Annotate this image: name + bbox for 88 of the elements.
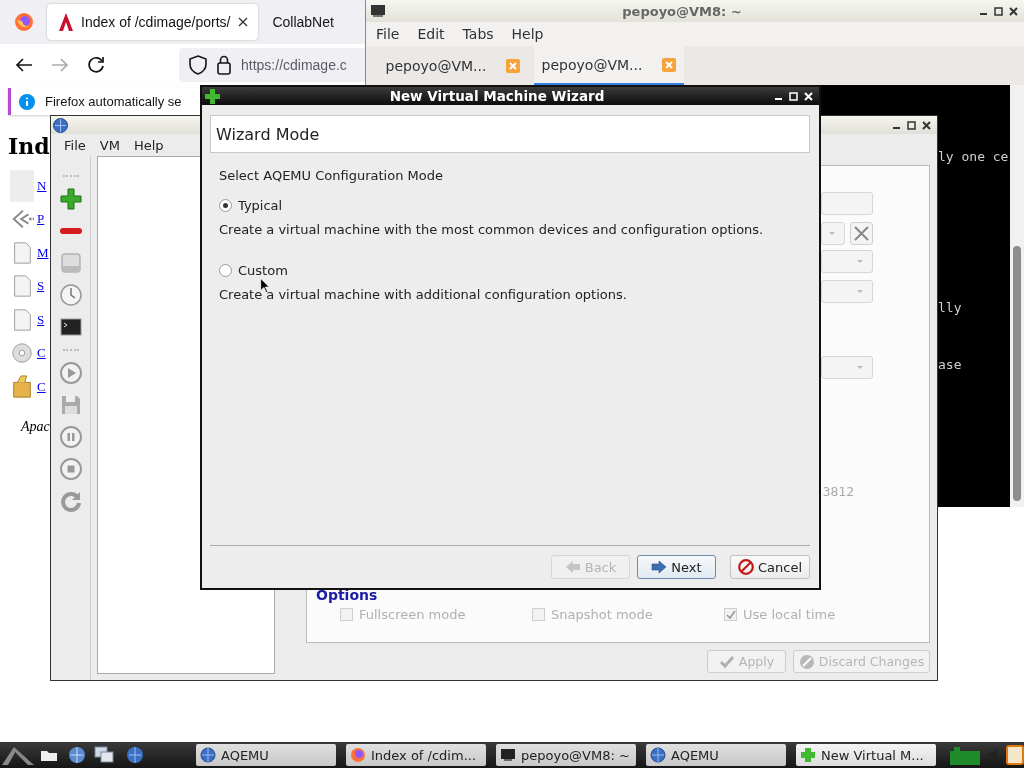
info-icon <box>19 93 35 110</box>
cursor-icon <box>260 278 270 293</box>
checkbox-label: Snapshot mode <box>551 607 653 622</box>
terminal-line: lly <box>938 299 963 316</box>
globe-icon <box>650 747 666 763</box>
terminal-tab[interactable]: pepoyo@VM... <box>534 46 684 85</box>
check-icon <box>718 653 735 670</box>
plus-icon <box>205 88 220 104</box>
menu-item[interactable]: VM <box>92 137 127 153</box>
monitor-icon <box>500 747 516 763</box>
windows-icon[interactable] <box>94 746 114 764</box>
close-icon[interactable] <box>238 17 249 27</box>
tools-button[interactable] <box>850 222 873 245</box>
prompt-text: Select AQEMU Configuration Mode <box>219 168 443 183</box>
taskbar-button[interactable]: pepoyo@VM8: ~ <box>496 744 636 766</box>
browser-logo-icon[interactable] <box>13 12 34 32</box>
stop-icon[interactable] <box>59 457 83 481</box>
option-label: Typical <box>238 198 283 213</box>
add-icon[interactable] <box>59 187 83 211</box>
clock-icon[interactable] <box>59 283 83 307</box>
lock-icon <box>217 54 231 75</box>
maximize-icon[interactable] <box>907 120 916 130</box>
section-title: Options <box>316 587 378 603</box>
folder-icon[interactable] <box>40 748 58 762</box>
menu-item[interactable]: Tabs <box>453 26 503 42</box>
browser-tab[interactable]: CollabNet <box>262 4 344 40</box>
browser-tab[interactable]: Index of /cdimage/ports/ <box>47 4 259 40</box>
server-signature: Apac <box>21 418 50 435</box>
menu-item[interactable]: Help <box>126 137 171 153</box>
taskbar-button[interactable]: AQEMU <box>646 744 786 766</box>
close-icon[interactable] <box>1009 6 1018 16</box>
link[interactable]: M <box>37 244 49 261</box>
globe-icon <box>53 117 68 133</box>
link[interactable]: P <box>37 211 45 228</box>
option-label: Custom <box>238 263 288 278</box>
link[interactable]: C <box>37 378 46 395</box>
no-entry-icon <box>737 559 754 575</box>
tray-app-icon[interactable] <box>1006 745 1024 765</box>
radio-button[interactable] <box>219 199 232 212</box>
check-icon <box>725 609 736 620</box>
link[interactable]: N <box>37 177 47 194</box>
radio-button[interactable] <box>219 264 232 277</box>
url-field[interactable]: https://cdimage.c <box>179 47 366 82</box>
header-text: Wizard Mode <box>216 124 320 144</box>
left-arrow-icon <box>564 559 581 575</box>
text-field[interactable] <box>821 192 873 215</box>
menu-item[interactable]: Help <box>502 26 553 42</box>
next-button[interactable]: Next <box>637 555 716 579</box>
link[interactable]: C <box>37 345 46 362</box>
plus-icon <box>800 747 816 763</box>
link[interactable]: S <box>37 311 45 328</box>
window-title: New Virtual Machine Wizard <box>389 88 605 104</box>
terminal-tab[interactable]: pepoyo@VM... <box>378 46 528 85</box>
no-entry-icon <box>798 653 815 670</box>
page-heading: Ind <box>8 133 50 159</box>
reload-icon[interactable] <box>86 54 106 75</box>
play-icon[interactable] <box>59 361 83 385</box>
globe-icon[interactable] <box>126 746 144 764</box>
pause-icon[interactable] <box>59 425 83 449</box>
link[interactable]: S <box>37 278 45 295</box>
shield-icon[interactable] <box>189 54 207 75</box>
menu-item[interactable]: File <box>367 26 409 42</box>
checkbox-label: Use local time <box>743 607 836 622</box>
maximize-icon[interactable] <box>994 6 1003 16</box>
menu-item[interactable]: Edit <box>408 26 454 42</box>
option-description: Create a virtual machine with additional configuration options. <box>219 287 627 302</box>
notification-text: Firefox automatically se <box>45 94 182 109</box>
browser-logo-icon <box>350 747 366 763</box>
cancel-button[interactable]: Cancel <box>730 555 810 579</box>
globe-icon <box>200 747 216 763</box>
port-text: 3812 <box>822 484 854 499</box>
option-description: Create a virtual machine with the most common devices and configuration options. <box>219 222 764 237</box>
close-icon[interactable] <box>922 120 931 130</box>
taskbar-button[interactable]: Index of /cdim... <box>346 744 486 766</box>
terminal-line: ase <box>938 356 963 373</box>
network-graph-icon[interactable] <box>950 745 980 765</box>
window-title: pepoyo@VM8: ~ <box>622 3 742 19</box>
taskbar-button[interactable]: AQEMU <box>196 744 336 766</box>
terminal-icon[interactable] <box>59 315 83 339</box>
chevron-logo-icon <box>59 13 73 31</box>
terminal-icon <box>371 5 385 17</box>
checkbox-label: Fullscreen mode <box>359 607 466 622</box>
taskbar-button[interactable]: New Virtual M... <box>796 744 936 766</box>
right-arrow-icon <box>651 559 668 575</box>
crossed-tools-icon <box>853 225 870 242</box>
menu-item[interactable]: File <box>57 137 93 153</box>
globe-icon[interactable] <box>68 746 86 764</box>
terminal-line: ly one ce <box>938 148 1010 165</box>
